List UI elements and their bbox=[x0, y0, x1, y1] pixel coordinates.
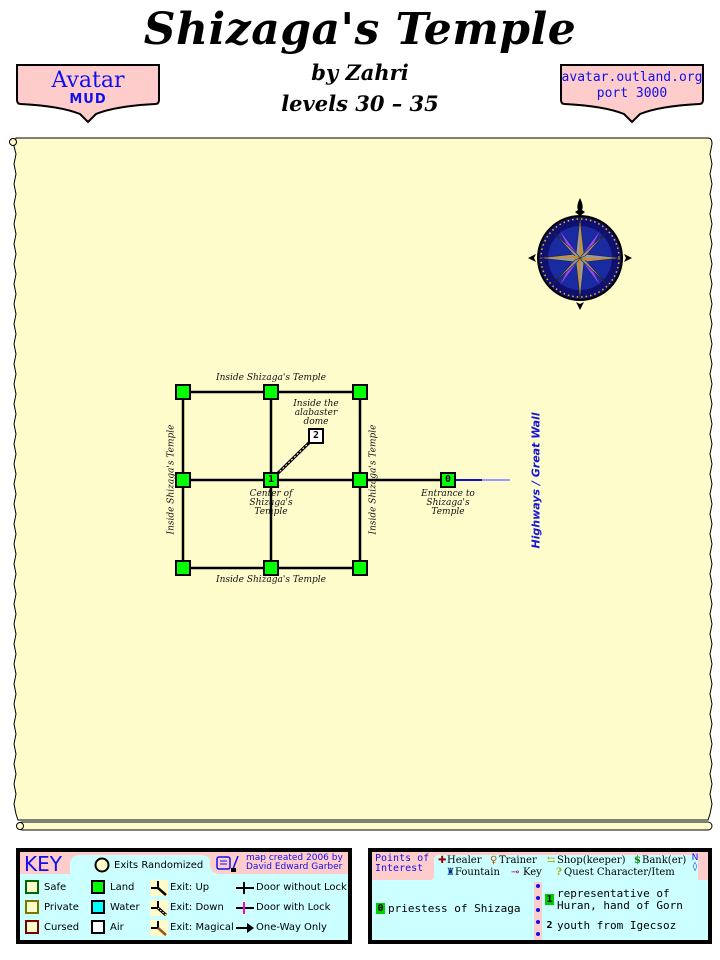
room-se[interactable] bbox=[352, 560, 368, 576]
room-w[interactable] bbox=[175, 472, 191, 488]
room-s[interactable] bbox=[263, 560, 279, 576]
key-icon: ⊸ bbox=[511, 867, 520, 878]
label-top-row: Inside Shizaga's Temple bbox=[216, 373, 326, 383]
room-center[interactable]: 1 bbox=[263, 472, 279, 488]
room-number: 0 bbox=[444, 474, 452, 485]
exit-magical-icon bbox=[150, 920, 168, 936]
key-title: KEY bbox=[24, 852, 62, 876]
key-private: Private bbox=[44, 902, 79, 913]
poi-panel-body: Points of Interest ✚ Healer ♀ Trainer ⇆ … bbox=[372, 852, 708, 940]
shop-icon: ⇆ bbox=[547, 855, 556, 866]
label-center: Center of Shizaga's Temple bbox=[231, 490, 311, 517]
key-panel-body: KEY Exits Randomized map created 2006 by… bbox=[20, 852, 348, 940]
bank-icon: $ bbox=[634, 855, 641, 866]
legend-bank: Bank(er) bbox=[642, 855, 687, 866]
legend-fountain: Fountain bbox=[455, 867, 500, 878]
key-cursed: Cursed bbox=[44, 922, 80, 933]
exit-down-icon bbox=[150, 900, 168, 916]
poi-number: 0 bbox=[376, 903, 385, 914]
scroll-quill-icon bbox=[216, 855, 239, 872]
safe-swatch-icon bbox=[25, 880, 39, 894]
room-sw[interactable] bbox=[175, 560, 191, 576]
label-entrance: Entrance to Shizaga's Temple bbox=[408, 490, 488, 517]
key-one-way: One-Way Only bbox=[256, 922, 327, 933]
room-number: 1 bbox=[267, 474, 275, 485]
north-indicator-icon: N ◊ bbox=[691, 853, 699, 872]
legend-shop: Shop(keeper) bbox=[557, 855, 626, 866]
key-safe: Safe bbox=[44, 882, 67, 893]
air-swatch-icon bbox=[91, 920, 105, 934]
one-way-arrow-icon bbox=[236, 923, 254, 933]
key-exit-up: Exit: Up bbox=[170, 882, 210, 893]
key-exit-down: Exit: Down bbox=[170, 902, 224, 913]
key-land: Land bbox=[110, 882, 135, 893]
legend-key: Key bbox=[523, 867, 542, 878]
poi-entry: 0 priestess of Shizaga bbox=[376, 903, 520, 915]
poi-title-line: Interest bbox=[375, 863, 424, 874]
fountain-icon: ♜ bbox=[446, 867, 455, 878]
map-scroll: 1 0 2 Inside Shizaga's Temple Inside Shi… bbox=[8, 134, 714, 834]
poi-text-line: Huran, hand of Gorn bbox=[557, 899, 683, 912]
badge-mud-text: MUD bbox=[69, 92, 107, 107]
label-dome: Inside the alabaster dome bbox=[276, 400, 356, 427]
room-entrance[interactable]: 0 bbox=[440, 472, 456, 488]
label-bottom-row: Inside Shizaga's Temple bbox=[216, 575, 326, 585]
key-air: Air bbox=[110, 922, 124, 933]
poi-title: Points of Interest bbox=[375, 854, 429, 874]
legend-quest: Quest Character/Item bbox=[564, 867, 675, 878]
quest-icon: ? bbox=[556, 867, 562, 878]
private-swatch-icon bbox=[25, 900, 39, 914]
points-of-interest-panel: Points of Interest ✚ Healer ♀ Trainer ⇆ … bbox=[368, 848, 712, 944]
land-swatch-icon bbox=[91, 880, 105, 894]
map-title: Shizaga's Temple bbox=[143, 4, 577, 55]
avatar-mud-badge: Avatar MUD bbox=[16, 64, 160, 124]
water-swatch-icon bbox=[91, 900, 105, 914]
room-number: 2 bbox=[312, 430, 320, 441]
key-panel: KEY Exits Randomized map created 2006 by… bbox=[16, 848, 352, 944]
healer-icon: ✚ bbox=[438, 855, 447, 866]
room-nw[interactable] bbox=[175, 384, 191, 400]
trainer-icon: ♀ bbox=[490, 855, 498, 866]
divider-dots-icon bbox=[536, 884, 540, 936]
zone-link-highways[interactable]: Highways / Great Wall bbox=[530, 412, 543, 548]
label-line: Temple bbox=[254, 507, 288, 517]
credit-line: David Edward Garber bbox=[246, 862, 343, 872]
room-n[interactable] bbox=[263, 384, 279, 400]
poi-entry: 1 representative of Huran, hand of Gorn bbox=[545, 888, 683, 912]
poi-number: 2 bbox=[546, 920, 553, 931]
key-water: Water bbox=[110, 902, 140, 913]
server-address-badge: avatar.outland.org port 3000 bbox=[560, 64, 704, 124]
exit-up-icon bbox=[150, 880, 168, 896]
badge-avatar-text: Avatar bbox=[51, 68, 125, 93]
label-left-column: Inside Shizaga's Temple bbox=[166, 424, 177, 535]
label-line: Temple bbox=[431, 507, 465, 517]
room-e[interactable] bbox=[352, 472, 368, 488]
legend-trainer: Trainer bbox=[499, 855, 537, 866]
room-dome[interactable]: 2 bbox=[308, 428, 324, 444]
label-right-column: Inside Shizaga's Temple bbox=[368, 424, 379, 535]
door-without-lock-icon bbox=[236, 882, 254, 894]
server-host: avatar.outland.org bbox=[561, 70, 703, 85]
poi-text: youth from Igecsoz bbox=[557, 919, 677, 932]
poi-entry: 2 youth from Igecsoz bbox=[545, 920, 676, 932]
key-door-without-lock: Door without Lock bbox=[256, 882, 347, 893]
key-exits-randomized: Exits Randomized bbox=[114, 860, 204, 871]
door-with-lock-icon bbox=[236, 902, 254, 914]
exits-randomized-icon bbox=[94, 857, 110, 873]
label-line: dome bbox=[303, 417, 329, 427]
map-credit: map created 2006 by David Edward Garber bbox=[246, 854, 343, 872]
legend-healer: Healer bbox=[447, 855, 482, 866]
server-port: port 3000 bbox=[596, 86, 668, 101]
compass-rose-icon bbox=[528, 198, 632, 310]
room-ne[interactable] bbox=[352, 384, 368, 400]
key-door-with-lock: Door with Lock bbox=[256, 902, 331, 913]
key-exit-magical: Exit: Magical bbox=[170, 922, 234, 933]
poi-number: 1 bbox=[545, 894, 554, 905]
cursed-swatch-icon bbox=[25, 920, 39, 934]
poi-text: priestess of Shizaga bbox=[388, 902, 521, 915]
